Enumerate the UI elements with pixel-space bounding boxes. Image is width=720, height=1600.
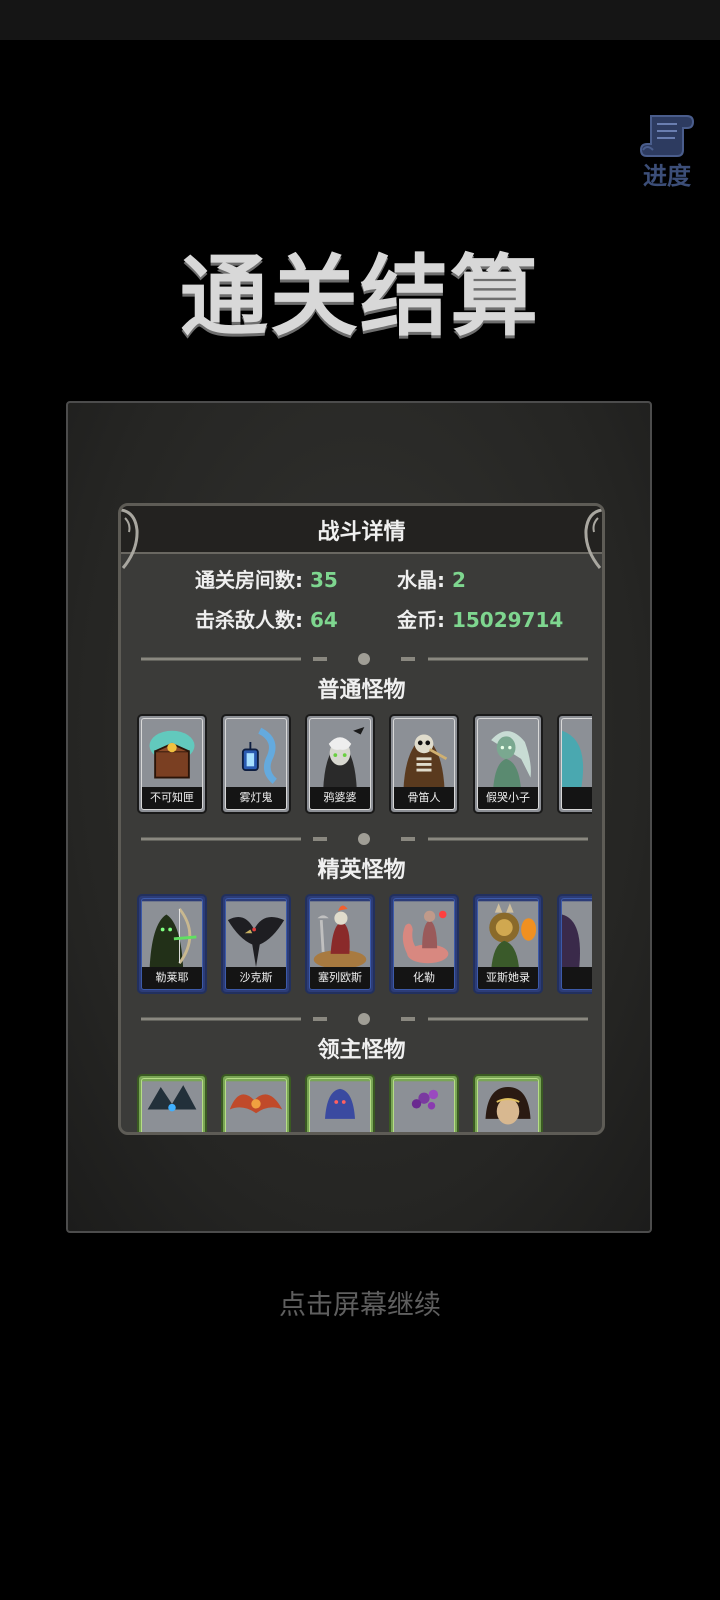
stat-enemies-killed: 击杀敌人数: 64 bbox=[195, 604, 338, 633]
monster-name bbox=[562, 967, 592, 989]
monster-card[interactable] bbox=[473, 1074, 543, 1132]
monster-portrait bbox=[478, 1081, 538, 1132]
section-title-boss: 领主怪物 bbox=[317, 1038, 406, 1063]
normal-monster-row[interactable]: 不可知匣 雾灯鬼 鸦婆婆 骨笛人 假哭小子 bbox=[137, 714, 592, 816]
monster-portrait bbox=[142, 721, 202, 791]
corner-ornament-right-icon bbox=[584, 508, 602, 569]
monster-card[interactable]: 沙克斯 bbox=[221, 894, 291, 994]
monster-name: 塞列欧斯 bbox=[310, 967, 370, 989]
monster-card[interactable]: 勒莱耶 bbox=[137, 894, 207, 994]
ornament-divider bbox=[141, 833, 588, 845]
monster-portrait bbox=[478, 901, 538, 971]
stat-rooms-cleared: 通关房间数: 35 bbox=[195, 564, 338, 593]
monster-name: 假哭小子 bbox=[478, 787, 538, 809]
stat-label: 通关房间数: bbox=[195, 568, 303, 592]
monster-portrait bbox=[310, 1081, 370, 1132]
monster-portrait bbox=[394, 721, 454, 791]
monster-portrait bbox=[226, 721, 286, 791]
section-title-elite: 精英怪物 bbox=[317, 858, 406, 883]
monster-portrait bbox=[394, 901, 454, 971]
stat-label: 金币: bbox=[397, 608, 445, 632]
battle-details-title: 战斗详情 bbox=[317, 520, 406, 545]
page-title: 通关结算 bbox=[179, 244, 540, 348]
ornament-divider bbox=[141, 653, 588, 665]
monster-card[interactable] bbox=[389, 1074, 459, 1132]
monster-portrait bbox=[142, 901, 202, 971]
monster-name: 不可知匣 bbox=[142, 787, 202, 809]
monster-portrait bbox=[562, 721, 592, 791]
monster-name: 鸦婆婆 bbox=[310, 787, 370, 809]
stat-crystals: 水晶: 2 bbox=[397, 564, 466, 593]
stat-gold: 金币: 15029714 bbox=[397, 604, 563, 633]
monster-card[interactable] bbox=[137, 1074, 207, 1132]
section-title-normal: 普通怪物 bbox=[317, 678, 406, 703]
corner-ornament-left-icon bbox=[121, 508, 139, 569]
monster-name: 亚斯她录 bbox=[478, 967, 538, 989]
monster-card[interactable] bbox=[305, 1074, 375, 1132]
battle-details-panel[interactable]: 战斗详情 通关房间数: 35 水晶: 2 击杀敌人数: 64 金币: 15029… bbox=[118, 503, 605, 1135]
scroll-icon bbox=[639, 115, 695, 157]
monster-portrait bbox=[394, 1081, 454, 1132]
monster-name: 勒莱耶 bbox=[142, 967, 202, 989]
monster-portrait bbox=[226, 1081, 286, 1132]
stat-value: 15029714 bbox=[451, 608, 564, 632]
monster-portrait bbox=[562, 901, 592, 971]
monster-card[interactable] bbox=[221, 1074, 291, 1132]
monster-card[interactable] bbox=[557, 894, 592, 994]
monster-card[interactable]: 化勒 bbox=[389, 894, 459, 994]
tap-to-continue[interactable]: 点击屏幕继续 bbox=[0, 1283, 720, 1322]
monster-card[interactable]: 骨笛人 bbox=[389, 714, 459, 814]
progress-button[interactable]: 进度 bbox=[632, 110, 702, 196]
monster-card[interactable]: 假哭小子 bbox=[473, 714, 543, 814]
ornament-divider bbox=[141, 1013, 588, 1025]
stat-value: 2 bbox=[451, 568, 466, 592]
monster-card[interactable] bbox=[557, 714, 592, 814]
monster-card[interactable]: 塞列欧斯 bbox=[305, 894, 375, 994]
monster-name: 沙克斯 bbox=[226, 967, 286, 989]
monster-portrait bbox=[226, 901, 286, 971]
monster-name bbox=[562, 787, 592, 809]
monster-name: 化勒 bbox=[394, 967, 454, 989]
monster-card[interactable]: 不可知匣 bbox=[137, 714, 207, 814]
elite-monster-row[interactable]: 勒莱耶 沙克斯 塞列欧斯 化勒 亚斯她录 bbox=[137, 894, 592, 996]
monster-name: 骨笛人 bbox=[394, 787, 454, 809]
stat-label: 水晶: bbox=[397, 568, 445, 592]
battle-details-header: 战斗详情 bbox=[121, 506, 602, 554]
monster-card[interactable]: 雾灯鬼 bbox=[221, 714, 291, 814]
progress-label: 进度 bbox=[643, 161, 691, 190]
monster-portrait bbox=[478, 721, 538, 791]
stat-value: 64 bbox=[309, 608, 338, 632]
boss-monster-row[interactable] bbox=[137, 1074, 592, 1132]
monster-card[interactable]: 鸦婆婆 bbox=[305, 714, 375, 814]
monster-portrait bbox=[310, 721, 370, 791]
stat-value: 35 bbox=[309, 568, 338, 592]
status-bar bbox=[0, 0, 720, 40]
monster-portrait bbox=[310, 901, 370, 971]
stat-label: 击杀敌人数: bbox=[195, 608, 303, 632]
monster-name: 雾灯鬼 bbox=[226, 787, 286, 809]
monster-card[interactable]: 亚斯她录 bbox=[473, 894, 543, 994]
monster-portrait bbox=[142, 1081, 202, 1132]
